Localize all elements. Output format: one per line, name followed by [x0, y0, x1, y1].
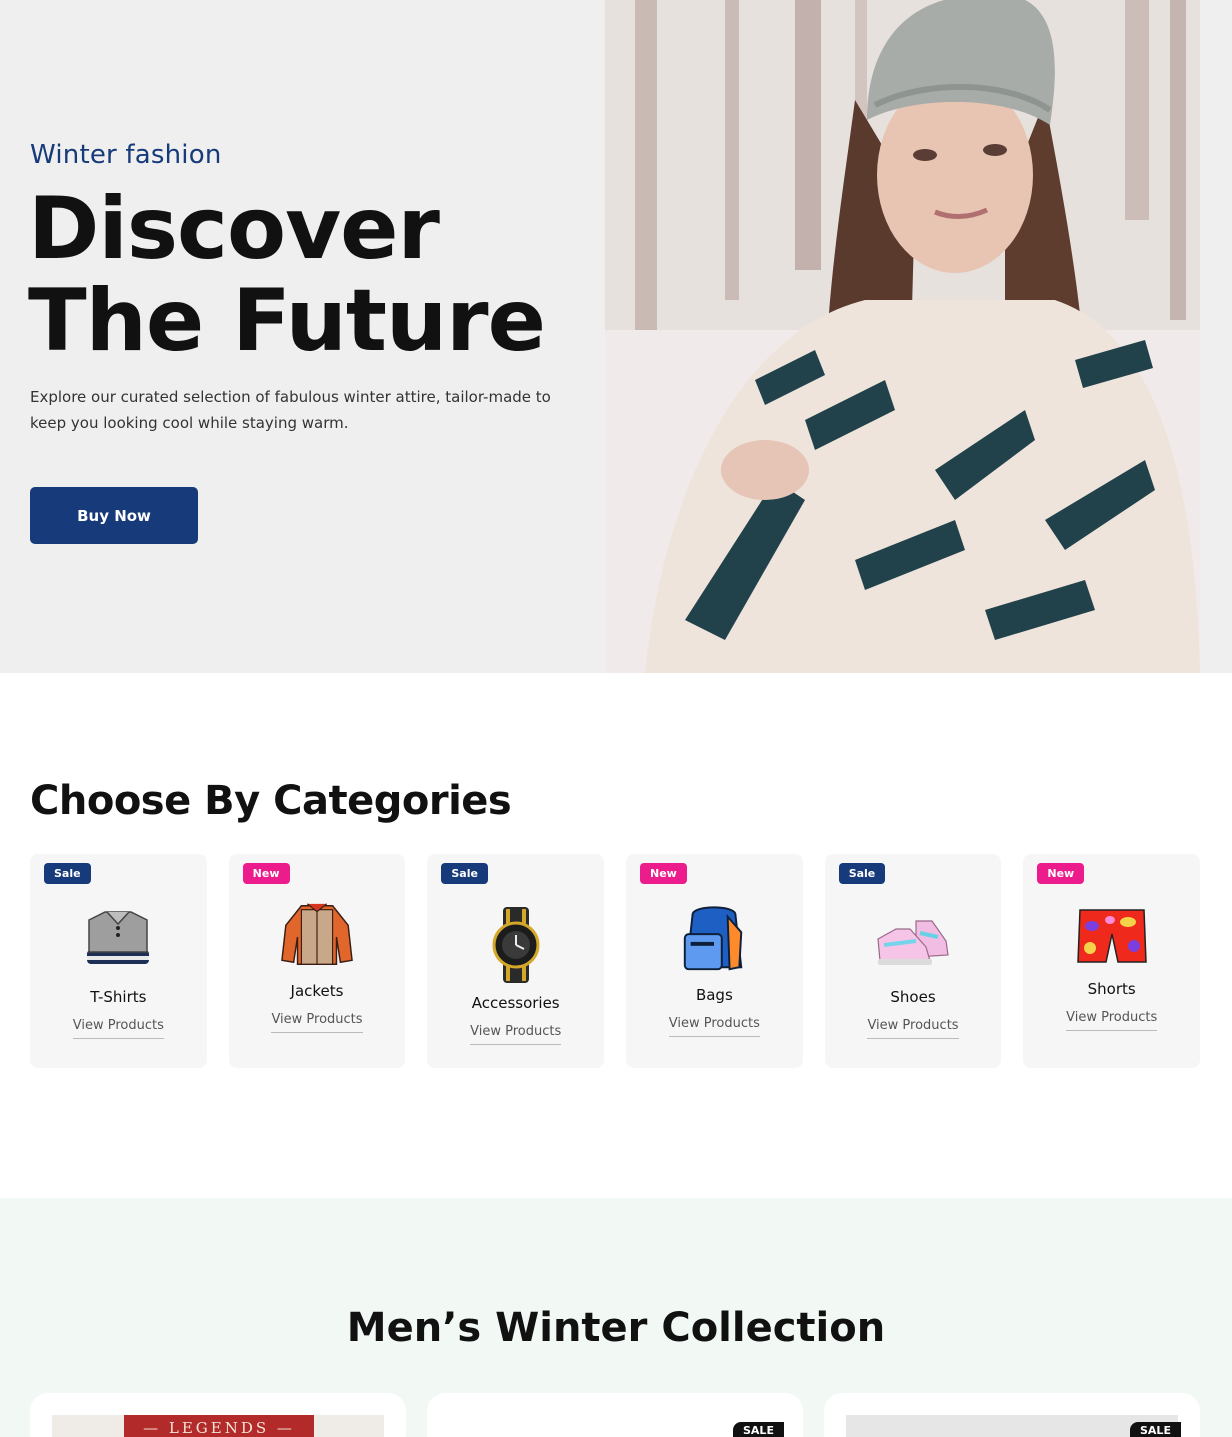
- product-card[interactable]: SALE: [427, 1393, 803, 1437]
- tshirt-icon: [81, 904, 155, 978]
- category-card-bags[interactable]: New Bags View Products: [626, 854, 803, 1068]
- view-products-link[interactable]: View Products: [470, 1024, 562, 1045]
- view-products-link[interactable]: View Products: [867, 1018, 959, 1039]
- sale-tag: SALE: [1130, 1422, 1181, 1437]
- product-card[interactable]: — LEGENDS —: [30, 1393, 406, 1437]
- hero-image: [605, 0, 1200, 673]
- category-card-accessories[interactable]: Sale Accessories View Products: [427, 854, 605, 1068]
- category-name: Accessories: [471, 994, 560, 1012]
- new-badge: New: [640, 863, 687, 884]
- sale-tag: SALE: [733, 1422, 784, 1437]
- hero-eyebrow: Winter fashion: [30, 140, 222, 170]
- product-card[interactable]: SALE: [824, 1393, 1200, 1437]
- watch-icon: [479, 906, 553, 984]
- product-image: — LEGENDS —: [52, 1415, 384, 1437]
- jacket-icon: [280, 898, 354, 972]
- category-name: Shoes: [890, 988, 936, 1006]
- sale-badge: Sale: [44, 863, 91, 884]
- category-name: Jackets: [290, 982, 344, 1000]
- category-name: T-Shirts: [90, 988, 147, 1006]
- hero-headline: Discover The Future: [28, 183, 546, 367]
- headline-line-2: The Future: [28, 271, 546, 371]
- sale-badge: Sale: [441, 863, 488, 884]
- categories-title: Choose By Categories: [30, 778, 512, 824]
- view-products-link[interactable]: View Products: [72, 1018, 164, 1039]
- headline-line-1: Discover: [28, 179, 440, 279]
- product-image: [846, 1415, 1178, 1437]
- view-products-link[interactable]: View Products: [271, 1012, 363, 1033]
- hero-edge: [1200, 0, 1232, 673]
- categories-grid: Sale T-Shirts View Products New Jackets …: [30, 854, 1201, 1068]
- view-products-link[interactable]: View Products: [668, 1016, 760, 1037]
- category-card-tshirts[interactable]: Sale T-Shirts View Products: [30, 854, 207, 1068]
- sale-badge: Sale: [838, 863, 886, 884]
- collection-title: Men’s Winter Collection: [346, 1305, 886, 1351]
- new-badge: New: [1037, 863, 1085, 884]
- category-card-shorts[interactable]: New Shorts View Products: [1023, 854, 1201, 1068]
- new-badge: New: [242, 863, 290, 884]
- category-card-shoes[interactable]: Sale Shoes View Products: [824, 854, 1002, 1068]
- buy-now-button[interactable]: Buy Now: [30, 487, 198, 544]
- category-name: Bags: [695, 986, 733, 1004]
- shorts-icon: [1075, 902, 1149, 970]
- backpack-icon: [677, 902, 751, 976]
- category-name: Shorts: [1087, 980, 1136, 998]
- view-products-link[interactable]: View Products: [1066, 1010, 1158, 1031]
- product-thumb-label: — LEGENDS —: [124, 1415, 314, 1437]
- shoe-icon: [876, 904, 950, 978]
- hero-description: Explore our curated selection of fabulou…: [30, 388, 551, 432]
- category-card-jackets[interactable]: New Jackets View Products: [228, 854, 406, 1068]
